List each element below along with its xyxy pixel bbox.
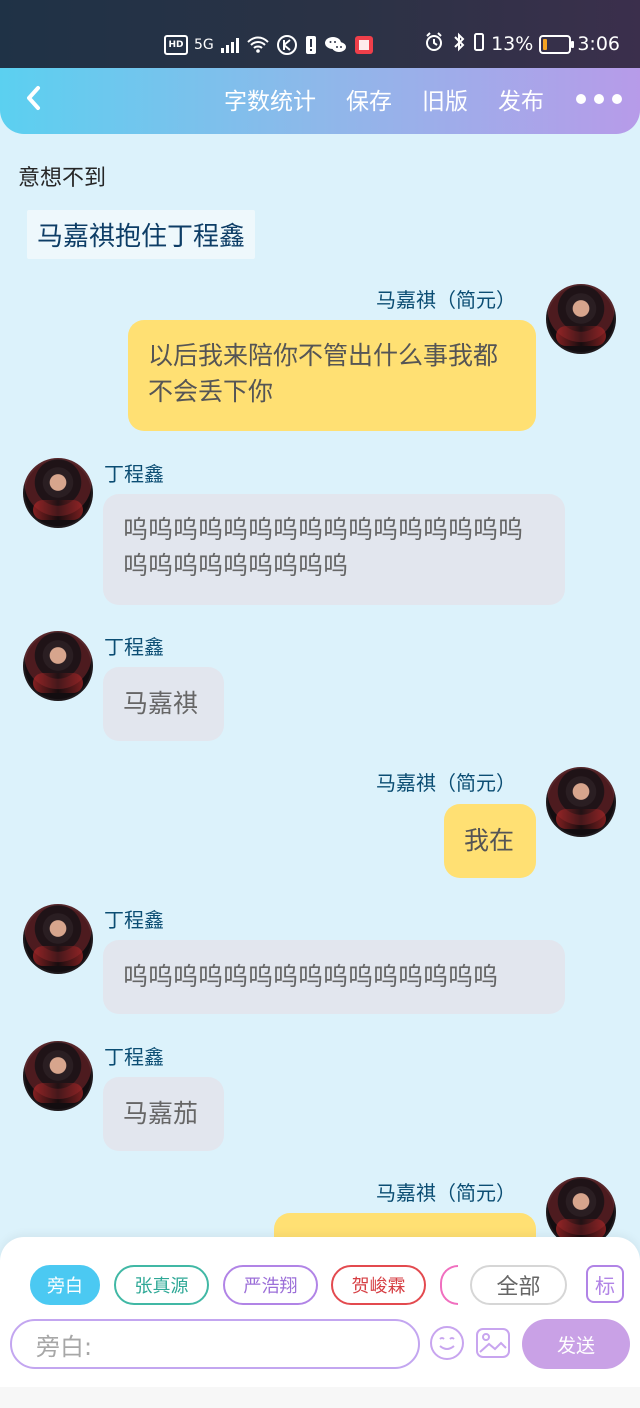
word-count-button[interactable]: 字数统计	[224, 82, 316, 116]
avatar-left[interactable]	[23, 1041, 93, 1111]
alert-icon	[304, 34, 318, 56]
chapter-title: 意想不到	[18, 166, 107, 191]
wifi-icon	[246, 34, 270, 56]
wechat-icon	[324, 34, 348, 56]
avatar-left[interactable]	[23, 458, 93, 528]
old-version-button[interactable]: 旧版	[422, 82, 468, 116]
status-left-icons: HD 5G	[164, 31, 374, 59]
back-button[interactable]	[16, 80, 52, 116]
speaker-chip-he[interactable]: 贺峻霖	[331, 1265, 426, 1305]
message-bubble-left[interactable]: 马嘉茄	[103, 1077, 224, 1151]
send-button[interactable]: 发送	[522, 1319, 630, 1369]
image-icon	[476, 1328, 510, 1358]
more-button[interactable]	[576, 94, 622, 104]
avatar-right[interactable]	[546, 1177, 616, 1237]
image-button[interactable]	[474, 1324, 512, 1362]
more-dot-icon	[594, 94, 604, 104]
all-speakers-button[interactable]: 全部	[470, 1265, 567, 1305]
message-bubble-left[interactable]: 马嘉祺	[103, 667, 224, 741]
app-header: 字数统计 保存 旧版 发布	[0, 68, 640, 134]
speaker-name-right: 马嘉祺（简元）	[376, 1181, 516, 1205]
gesture-bar	[0, 1387, 640, 1408]
speaker-chip-partial[interactable]	[440, 1265, 458, 1305]
battery-icon	[539, 34, 575, 54]
speaker-chip-bar: 旁白 张真源 严浩翔 贺峻霖 全部 标	[30, 1265, 626, 1307]
composer-panel: 旁白 张真源 严浩翔 贺峻霖 全部 标 旁白: 发送	[0, 1237, 640, 1387]
chevron-left-icon	[27, 86, 40, 110]
chapter-subtitle: 马嘉祺抱住丁程鑫	[27, 210, 256, 259]
speaker-name-right: 马嘉祺（简元）	[376, 771, 516, 795]
status-right: 13% 3:06	[423, 28, 620, 60]
emoji-icon	[430, 1326, 464, 1360]
message-bubble-right[interactable]: 以后我来陪你不管出什么事我都不会丢下你	[128, 320, 536, 431]
battery-percent: 13%	[491, 33, 534, 55]
avatar-left[interactable]	[23, 904, 93, 974]
signal-icon	[220, 34, 240, 56]
message-input[interactable]: 旁白:	[10, 1319, 420, 1369]
k-icon	[276, 34, 298, 56]
speaker-name-left: 丁程鑫	[104, 1045, 164, 1069]
hd-icon: HD	[164, 35, 188, 55]
speaker-name-left: 丁程鑫	[104, 908, 164, 932]
avatar-right[interactable]	[546, 767, 616, 837]
avatar-left[interactable]	[23, 631, 93, 701]
message-bubble-left[interactable]: 呜呜呜呜呜呜呜呜呜呜呜呜呜呜呜呜呜呜呜呜呜呜呜呜呜	[103, 494, 565, 605]
network-label: 5G	[194, 37, 214, 53]
alarm-icon	[423, 31, 445, 58]
chat-content[interactable]: 意想不到 马嘉祺抱住丁程鑫 马嘉祺（简元） 以后我来陪你不管出什么事我都不会丢下…	[0, 134, 640, 1237]
more-dot-icon	[576, 94, 586, 104]
bluetooth-icon	[451, 31, 467, 58]
save-button[interactable]: 保存	[346, 82, 392, 116]
publish-button[interactable]: 发布	[498, 82, 544, 116]
more-dot-icon	[612, 94, 622, 104]
emoji-button[interactable]	[428, 1324, 466, 1362]
phone-battery-icon	[473, 32, 485, 57]
speaker-name-right: 马嘉祺（简元）	[376, 288, 516, 312]
avatar-right[interactable]	[546, 284, 616, 354]
speaker-name-left: 丁程鑫	[104, 462, 164, 486]
message-bubble-right[interactable]: 我在	[444, 804, 536, 878]
speaker-chip-narration[interactable]: 旁白	[30, 1265, 100, 1305]
message-bubble-right-partial[interactable]	[274, 1213, 536, 1237]
header-actions: 字数统计 保存 旧版 发布	[224, 82, 622, 116]
message-bubble-left[interactable]: 呜呜呜呜呜呜呜呜呜呜呜呜呜呜呜	[103, 940, 565, 1014]
composer-row: 旁白: 发送	[10, 1319, 630, 1371]
speaker-name-left: 丁程鑫	[104, 635, 164, 659]
book-icon	[354, 34, 374, 56]
speaker-chip-zhang[interactable]: 张真源	[114, 1265, 209, 1305]
speaker-chip-yan[interactable]: 严浩翔	[223, 1265, 318, 1305]
status-bar: HD 5G 13% 3:06	[0, 0, 640, 68]
mark-button[interactable]: 标	[586, 1265, 624, 1303]
battery-level	[543, 38, 548, 50]
status-time: 3:06	[577, 33, 620, 55]
